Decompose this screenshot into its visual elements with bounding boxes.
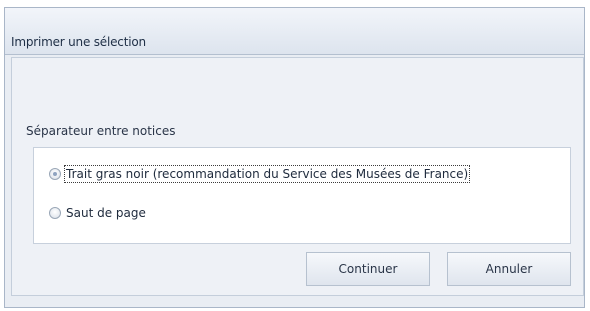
radio-checked-icon[interactable] bbox=[49, 168, 61, 180]
separator-options-box bbox=[33, 147, 571, 244]
dialog-titlebar: Imprimer une sélection bbox=[5, 8, 584, 55]
cancel-button[interactable]: Annuler bbox=[447, 252, 571, 286]
radio-option-bold-line[interactable]: Trait gras noir (recommandation du Servi… bbox=[49, 165, 471, 183]
radio-unchecked-icon[interactable] bbox=[49, 207, 61, 219]
separator-group-label: Séparateur entre notices bbox=[26, 124, 176, 138]
continue-button[interactable]: Continuer bbox=[306, 252, 430, 286]
radio-label-bold-line[interactable]: Trait gras noir (recommandation du Servi… bbox=[63, 165, 471, 183]
radio-option-page-break[interactable]: Saut de page bbox=[49, 204, 146, 222]
dialog-title: Imprimer une sélection bbox=[11, 35, 146, 49]
radio-label-page-break[interactable]: Saut de page bbox=[66, 206, 146, 220]
